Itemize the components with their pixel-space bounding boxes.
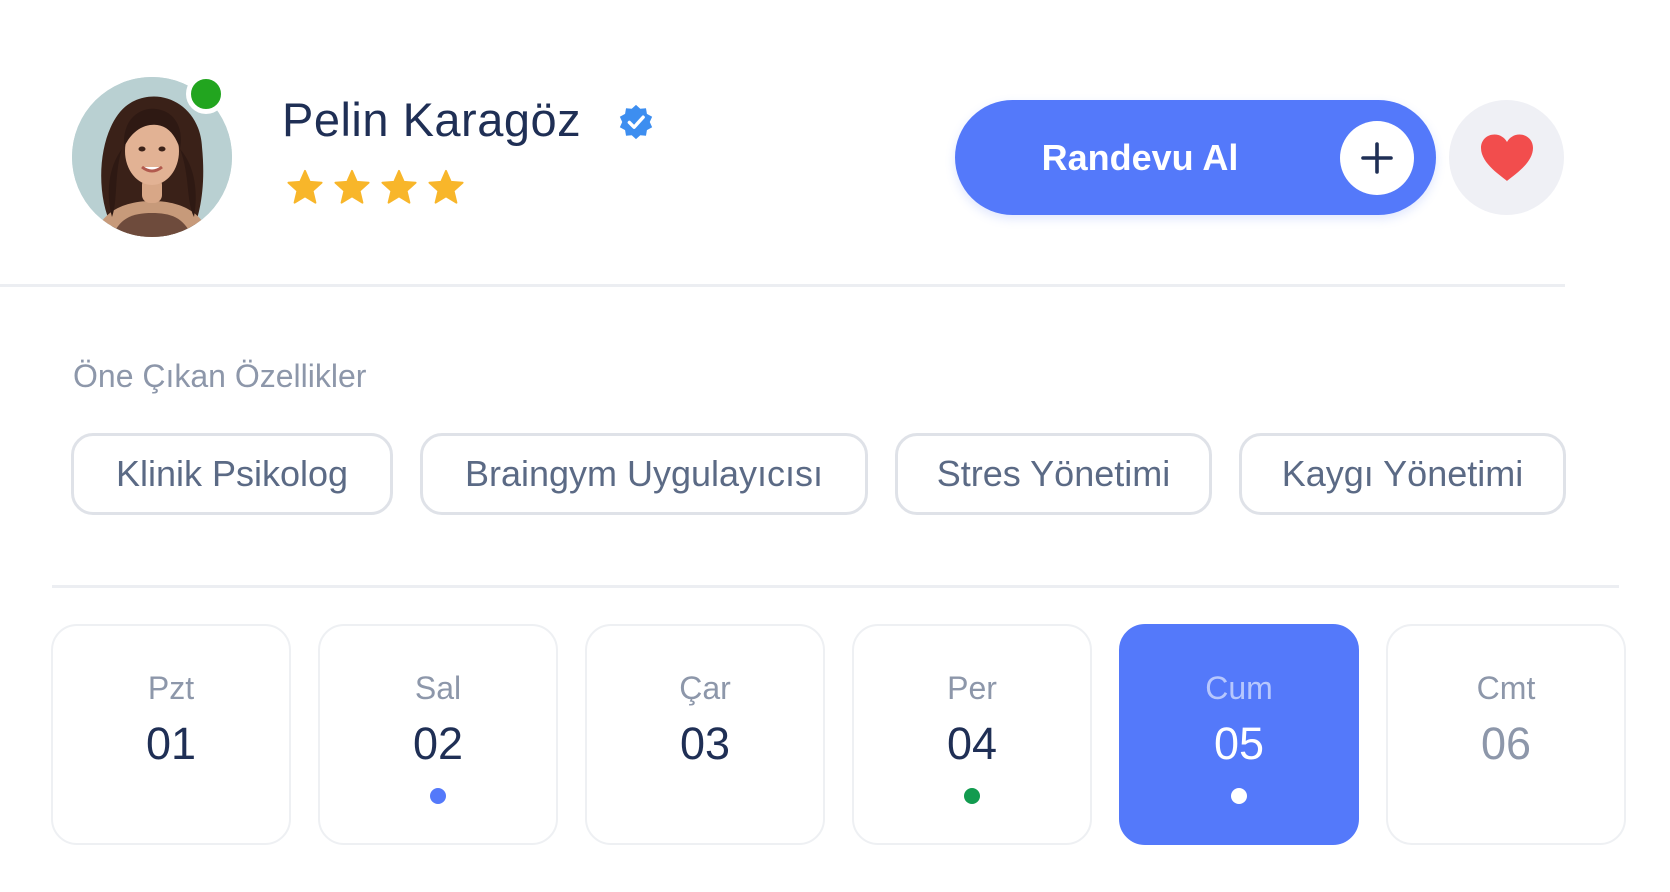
day-name: Pzt (147, 670, 195, 706)
star-icon (334, 169, 370, 204)
features-title: Öne Çıkan Özellikler (73, 358, 367, 394)
day-picker: Pzt 01 Sal 02 Çar 03 Per 04 Cum 05 Cmt 0… (51, 624, 1626, 845)
day-number: 03 (679, 718, 731, 769)
heart-icon (1480, 134, 1533, 181)
day-card[interactable]: Pzt 01 (51, 624, 291, 845)
star-icon (381, 169, 417, 204)
section-divider (52, 585, 1619, 588)
day-name: Sal (414, 670, 462, 706)
day-card[interactable]: Sal 02 (318, 624, 558, 845)
day-card[interactable]: Per 04 (852, 624, 1092, 845)
verified-badge-icon (619, 104, 653, 140)
day-number: 04 (946, 718, 998, 769)
plus-icon (1340, 121, 1414, 195)
day-number: 02 (412, 718, 464, 769)
availability-dot (1231, 788, 1247, 804)
favorite-button[interactable] (1449, 100, 1564, 215)
star-icon (428, 169, 464, 204)
appointment-button[interactable]: Randevu Al (955, 100, 1436, 215)
profile-name: Pelin Karagöz (282, 93, 582, 146)
day-card-selected[interactable]: Cum 05 (1119, 624, 1359, 845)
day-number: 01 (145, 718, 197, 769)
day-card[interactable]: Çar 03 (585, 624, 825, 845)
appointment-button-label: Randevu Al (1041, 136, 1239, 178)
day-number: 06 (1480, 718, 1532, 769)
feature-tag[interactable]: Stres Yönetimi (895, 433, 1212, 515)
feature-tag[interactable]: Braingym Uygulayıcısı (420, 433, 868, 515)
header-divider (0, 284, 1565, 287)
day-name: Cmt (1476, 670, 1536, 706)
online-status-indicator (186, 74, 226, 114)
day-name: Per (947, 670, 997, 706)
availability-dot (430, 788, 446, 804)
availability-dot (964, 788, 980, 804)
day-number: 05 (1213, 718, 1265, 769)
feature-tag[interactable]: Kaygı Yönetimi (1239, 433, 1566, 515)
feature-tags: Klinik Psikolog Braingym Uygulayıcısı St… (71, 433, 1566, 515)
profile-avatar[interactable] (72, 74, 232, 237)
rating-stars (286, 168, 465, 206)
day-name: Çar (679, 670, 731, 706)
feature-tag[interactable]: Klinik Psikolog (71, 433, 393, 515)
star-icon (287, 169, 323, 204)
day-name: Cum (1205, 670, 1273, 706)
day-card[interactable]: Cmt 06 (1386, 624, 1626, 845)
